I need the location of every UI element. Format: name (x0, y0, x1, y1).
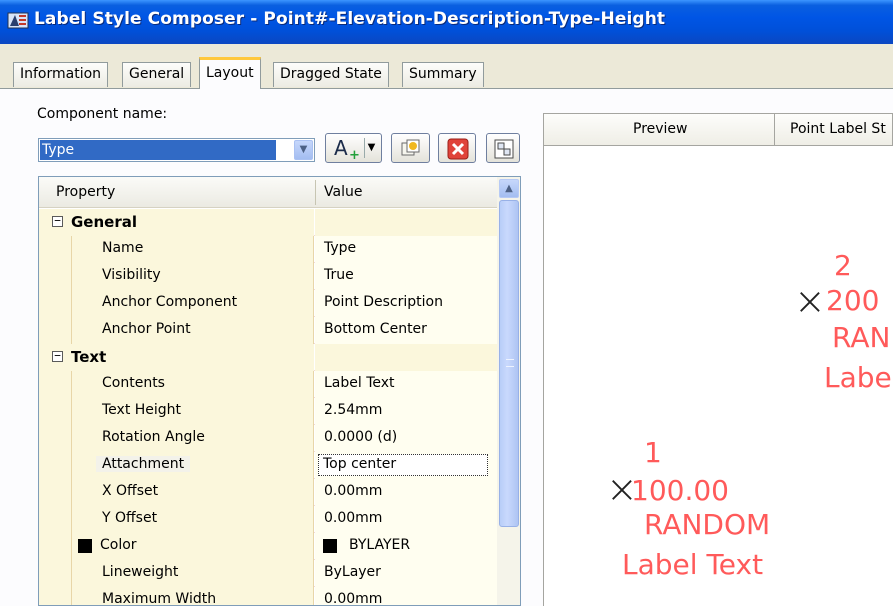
tab-general[interactable]: General (122, 62, 192, 87)
category-text[interactable]: − Text (39, 344, 497, 371)
property-row-attachment[interactable]: Attachment Top center (39, 452, 497, 479)
property-column-header[interactable]: Property (56, 184, 115, 200)
property-row-color[interactable]: Color BYLAYER (39, 533, 497, 560)
property-row-y-offset[interactable]: Y Offset 0.00mm (39, 506, 497, 533)
tab-information[interactable]: Information (13, 62, 109, 87)
component-draw-order-button[interactable] (486, 133, 520, 163)
property-label: Color (100, 537, 137, 553)
property-label: Name (102, 240, 144, 256)
category-general[interactable]: − General (39, 209, 497, 236)
component-name-value: Type (40, 140, 276, 160)
preview-header: Preview Point Label St (543, 113, 893, 146)
title-bar: Label Style Composer - Point#-Elevation-… (0, 0, 893, 44)
collapse-icon[interactable]: − (52, 215, 63, 227)
component-name-dropdown[interactable]: Type ▼ (38, 138, 315, 162)
component-draw-order-icon (493, 138, 515, 164)
grip-icon (506, 359, 514, 367)
property-value[interactable]: 0.0000 (d) (324, 429, 397, 445)
property-row-maximum-width[interactable]: Maximum Width 0.00mm (39, 587, 497, 606)
collapse-icon[interactable]: − (52, 350, 63, 362)
property-row-visibility[interactable]: Visibility True (39, 263, 497, 290)
label-style-app-icon (7, 10, 29, 30)
chevron-down-icon[interactable]: ▼ (294, 140, 313, 160)
property-label: Text Height (102, 402, 182, 418)
column-divider[interactable] (315, 180, 316, 205)
point-elevation-label: 200 (826, 284, 880, 317)
vertical-scrollbar[interactable]: ▲ (497, 177, 520, 605)
scroll-up-icon[interactable]: ▲ (499, 179, 519, 198)
property-grid[interactable]: Property Value − General Name Type Visib… (38, 176, 521, 606)
point-number-label: 1 (644, 436, 662, 469)
grid-header: Property Value (39, 177, 497, 208)
property-value[interactable]: ByLayer (324, 564, 381, 580)
property-value[interactable]: Label Text (324, 375, 395, 391)
property-label: Y Offset (102, 510, 158, 526)
tab-layout[interactable]: Layout (199, 57, 261, 89)
property-label: X Offset (102, 483, 159, 499)
property-row-anchor-point[interactable]: Anchor Point Bottom Center (39, 317, 497, 344)
property-label: Maximum Width (102, 591, 217, 606)
point-number-label: 2 (834, 249, 852, 282)
property-label: Attachment (96, 456, 191, 472)
point-type-label: Labe (824, 361, 892, 394)
property-value[interactable]: BYLAYER (349, 537, 410, 553)
category-label: Text (71, 348, 107, 366)
tab-summary[interactable]: Summary (402, 62, 484, 87)
value-column-header[interactable]: Value (324, 184, 362, 200)
point-description-label: RAN (832, 321, 891, 354)
preview-label: Preview (633, 121, 688, 137)
attachment-value-field[interactable]: Top center (318, 454, 488, 476)
delete-component-icon (447, 138, 469, 164)
property-label: Anchor Point (102, 321, 191, 337)
dropdown-arrow-icon[interactable]: ▼ (364, 138, 378, 158)
point-description-label: RANDOM (644, 508, 771, 541)
property-row-contents[interactable]: Contents Label Text (39, 371, 497, 398)
category-label: General (71, 213, 137, 231)
point-marker-icon: × (794, 279, 826, 323)
property-rows: − General Name Type Visibility True Anch… (39, 209, 497, 606)
property-row-x-offset[interactable]: X Offset 0.00mm (39, 479, 497, 506)
property-row-lineweight[interactable]: Lineweight ByLayer (39, 560, 497, 587)
copy-component-button[interactable] (391, 133, 430, 163)
color-swatch-icon (323, 539, 337, 553)
property-label: Visibility (102, 267, 161, 283)
property-row-rotation-angle[interactable]: Rotation Angle 0.0000 (d) (39, 425, 497, 452)
preview-canvas[interactable]: 1 × 100.00 RANDOM Label Text 2 × 200 RAN… (543, 146, 893, 606)
window-title: Label Style Composer - Point#-Elevation-… (34, 9, 666, 29)
property-label: Anchor Component (102, 294, 238, 310)
scrollbar-thumb[interactable] (499, 200, 519, 527)
svg-text:A: A (334, 136, 348, 160)
point-label-style-dropdown[interactable]: Point Label St (790, 121, 886, 137)
property-row-text-height[interactable]: Text Height 2.54mm (39, 398, 497, 425)
property-value[interactable]: Point Description (324, 294, 443, 310)
property-value[interactable]: Bottom Center (324, 321, 427, 337)
property-label: Rotation Angle (102, 429, 205, 445)
delete-component-button[interactable] (438, 133, 476, 163)
preview-divider (774, 114, 775, 146)
tab-dragged-state[interactable]: Dragged State (273, 62, 389, 87)
add-text-component-icon: A + (332, 136, 362, 164)
property-value[interactable]: 0.00mm (324, 483, 382, 499)
property-row-name[interactable]: Name Type (39, 236, 497, 263)
property-label: Lineweight (102, 564, 179, 580)
point-type-label: Label Text (622, 548, 764, 581)
create-text-component-button[interactable]: A + ▼ (325, 133, 382, 163)
component-name-label: Component name: (37, 106, 168, 122)
property-label: Contents (102, 375, 165, 391)
copy-component-icon (400, 138, 422, 164)
property-value[interactable]: 0.00mm (324, 510, 382, 526)
color-swatch-icon (78, 539, 92, 553)
point-elevation-label: 100.00 (631, 474, 729, 507)
tab-strip: Information General Layout Dragged State… (0, 44, 893, 90)
property-row-anchor-component[interactable]: Anchor Component Point Description (39, 290, 497, 317)
property-value[interactable]: True (324, 267, 354, 283)
property-value[interactable]: 2.54mm (324, 402, 382, 418)
svg-text:+: + (349, 148, 360, 160)
property-value[interactable]: Type (324, 240, 356, 256)
property-value[interactable]: 0.00mm (324, 591, 382, 605)
